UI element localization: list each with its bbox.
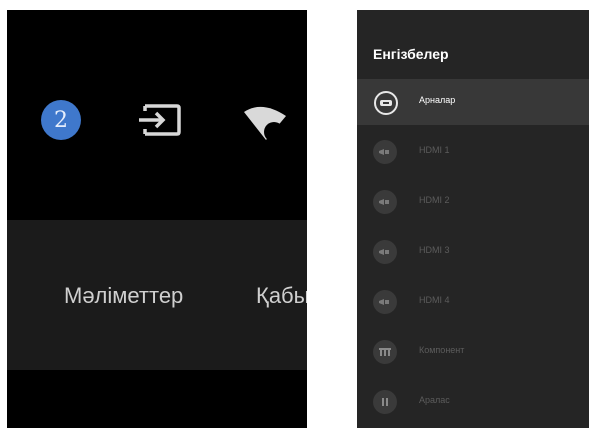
input-item-composite[interactable]: Аралас [357,379,589,425]
input-item-label: HDMI 2 [419,195,450,205]
input-item-component[interactable]: Компонент [357,329,589,375]
tab-details[interactable]: Мәліметтер [64,283,183,309]
panel-title: Енгізбелер [373,46,449,62]
hdmi-icon [373,190,397,214]
input-item-label: Арналар [419,95,456,105]
input-item-hdmi-1[interactable]: HDMI 1 [357,129,589,175]
hdmi-icon [373,140,397,164]
component-icon [373,340,397,364]
hdmi-icon [373,290,397,314]
input-item-label: HDMI 1 [419,145,450,155]
inputs-panel: Енгізбелер Арналар HDMI 1 HDMI 2 HDMI 3 … [357,10,589,428]
input-source-icon[interactable] [135,102,183,138]
input-item-channels[interactable]: Арналар [357,79,589,125]
notification-badge[interactable]: 2 [41,100,81,140]
status-bar: 2 [7,90,307,142]
input-item-hdmi-4[interactable]: HDMI 4 [357,279,589,325]
hdmi-icon [373,240,397,264]
settings-tab-band: Мәліметтер Қабы [7,220,307,370]
input-item-label: Компонент [419,345,465,355]
input-item-hdmi-2[interactable]: HDMI 2 [357,179,589,225]
wifi-icon[interactable] [240,102,288,142]
tv-home-screen: 2 Мәліметтер Қабы [7,10,307,428]
tab-partial[interactable]: Қабы [256,283,307,309]
composite-icon [373,390,397,414]
input-item-label: Аралас [419,395,450,405]
input-item-hdmi-3[interactable]: HDMI 3 [357,229,589,275]
input-item-label: HDMI 4 [419,295,450,305]
tv-channels-icon [374,91,398,115]
input-item-label: HDMI 3 [419,245,450,255]
